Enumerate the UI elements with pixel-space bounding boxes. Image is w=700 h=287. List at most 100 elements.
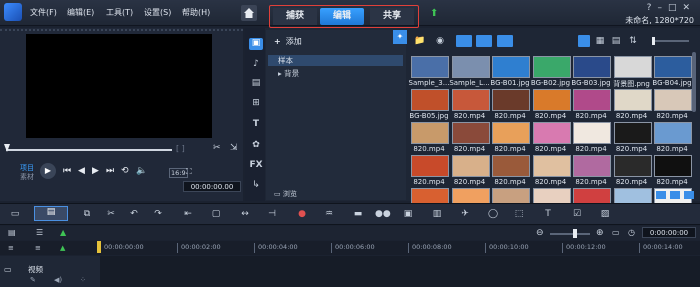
split-clip-icon[interactable]: ⊣ [265, 208, 279, 220]
panel-grip[interactable] [0, 29, 243, 32]
media-thumbnail[interactable] [451, 56, 490, 78]
upload-icon[interactable]: ⬆ [430, 9, 440, 19]
aspect-button[interactable]: 16:9 [169, 168, 188, 178]
copy-icon[interactable]: ⧉ [80, 208, 94, 220]
chapter-icon[interactable]: ☰ [36, 228, 43, 237]
folder-item-background[interactable]: ▸ 背景 [278, 68, 299, 79]
motion-icon[interactable]: ✈ [458, 208, 472, 220]
start-icon[interactable]: ⏮ [63, 166, 71, 176]
timeline-timecode[interactable]: 0:00:00:00 [642, 227, 696, 238]
prev-frame-icon[interactable]: ◀ [78, 166, 85, 176]
menu-file[interactable]: 文件(F) [30, 7, 57, 18]
tools-icon[interactable]: ✂ [104, 208, 118, 220]
thumbnail-size-slider[interactable] [655, 40, 689, 42]
mark-in-icon[interactable]: [ ] [176, 144, 185, 153]
audio-wave-icon[interactable]: ♒ [322, 208, 336, 220]
menu-edit[interactable]: 编辑(E) [67, 7, 94, 18]
media-thumbnail[interactable] [492, 122, 530, 144]
media-thumbnail[interactable] [532, 155, 571, 177]
library-scrollbar[interactable] [692, 52, 696, 112]
details-view-icon[interactable]: ▤ [610, 35, 622, 47]
add-folder-button[interactable]: + 添加 [274, 36, 302, 47]
edit-track-icon[interactable]: ✎ [30, 276, 36, 284]
color-dots-icon[interactable]: ●● [375, 208, 391, 220]
menu-tools[interactable]: 工具(T) [106, 7, 133, 18]
player-timecode[interactable]: 00:00:00.00 [183, 181, 241, 192]
crop-icon[interactable]: ⛶ [186, 167, 192, 177]
zoom-out-icon[interactable]: ⊖ [536, 228, 544, 238]
close-icon[interactable]: ✕ [682, 3, 696, 13]
filter-photo-button[interactable] [476, 35, 492, 47]
playhead[interactable] [97, 241, 101, 253]
slider-handle[interactable] [652, 37, 655, 45]
filter-audio-button[interactable] [497, 35, 513, 47]
media-thumbnail[interactable] [532, 56, 571, 78]
media-thumbnail[interactable] [492, 89, 530, 111]
mute-icon[interactable]: ◀) [54, 276, 62, 284]
track-grid-icon[interactable]: ⁘ [80, 276, 86, 284]
media-thumbnail[interactable] [451, 155, 490, 177]
media-thumbnail[interactable] [492, 155, 530, 177]
marker-icon[interactable]: ▲ [60, 244, 65, 252]
media-thumbnail[interactable] [411, 89, 449, 111]
volume-icon[interactable]: 🔈 [136, 166, 147, 176]
zoom-in-icon[interactable]: ⊕ [596, 228, 604, 238]
library-action-1-icon[interactable] [656, 191, 666, 199]
zoom-handle[interactable] [573, 229, 577, 238]
loop-icon[interactable]: ◯ [486, 208, 500, 220]
library-action-2-icon[interactable] [670, 191, 680, 199]
filter-fx-icon[interactable]: FX [249, 160, 263, 172]
list-view-icon[interactable] [578, 35, 590, 47]
media-thumbnail[interactable] [654, 89, 692, 111]
browse-button[interactable]: ▭ 浏览 [274, 189, 297, 199]
repeat-icon[interactable]: ⟲ [121, 166, 129, 176]
track-settings-icon[interactable]: ≡ [8, 244, 14, 252]
record-icon[interactable]: ● [295, 208, 309, 220]
path-icon[interactable]: ↳ [249, 180, 263, 192]
disc-icon[interactable]: ◉ [434, 35, 446, 47]
import-folder-icon[interactable]: 📁 [414, 35, 426, 47]
caption-icon[interactable]: ▣ [401, 208, 415, 220]
ab-transition-icon[interactable]: ⊞ [249, 98, 263, 110]
graphics-icon[interactable]: ✿ [249, 140, 263, 152]
maximize-icon[interactable]: □ [668, 3, 683, 13]
track-manager-icon[interactable]: ▤ [8, 228, 16, 237]
media-thumbnail[interactable] [411, 122, 449, 144]
media-thumbnail[interactable] [654, 155, 692, 177]
track-visibility-icon[interactable]: ≡ [35, 244, 41, 252]
menu-help[interactable]: 帮助(H) [182, 7, 210, 18]
screen-icon[interactable]: ▢ [209, 208, 223, 220]
expand-horizontal-icon[interactable]: ↔ [238, 208, 252, 220]
next-frame-icon[interactable]: ▶ [92, 166, 99, 176]
media-thumbnail[interactable] [613, 155, 652, 177]
media-thumbnail[interactable] [532, 89, 571, 111]
image-icon[interactable]: ▨ [598, 208, 612, 220]
subtitle-icon[interactable]: ▬ [351, 208, 365, 220]
media-thumbnail[interactable] [492, 56, 530, 78]
video-track[interactable] [0, 256, 700, 287]
help-icon[interactable]: ? [647, 3, 658, 13]
tab-share[interactable]: 共享 [370, 8, 414, 25]
media-thumbnail[interactable] [451, 122, 490, 144]
end-icon[interactable]: ⏭ [106, 166, 114, 176]
fit-icon[interactable]: ▭ [612, 228, 620, 237]
tab-edit[interactable]: 编辑 [320, 8, 364, 25]
text-title-icon[interactable]: T [541, 208, 555, 220]
mask-icon[interactable]: ▥ [430, 208, 444, 220]
timeline-view-icon[interactable]: ▭ [8, 208, 22, 220]
media-thumbnail[interactable] [451, 89, 490, 111]
filter-video-button[interactable] [456, 35, 472, 47]
fit-timeline-icon[interactable]: ⇤ [181, 208, 195, 220]
crop-frame-icon[interactable]: ⬚ [512, 208, 526, 220]
play-button[interactable]: ▶ [40, 163, 56, 179]
checkbox-icon[interactable]: ☑ [570, 208, 584, 220]
media-thumbnail[interactable] [573, 56, 611, 78]
media-thumbnail[interactable] [573, 155, 611, 177]
media-thumbnail[interactable] [532, 122, 571, 144]
media-thumbnail[interactable] [411, 56, 449, 78]
media-thumbnail[interactable] [573, 89, 611, 111]
library-action-3-icon[interactable] [684, 191, 694, 199]
media-thumbnail[interactable] [573, 122, 611, 144]
home-button[interactable] [241, 5, 257, 21]
undo-icon[interactable]: ↶ [127, 208, 141, 220]
